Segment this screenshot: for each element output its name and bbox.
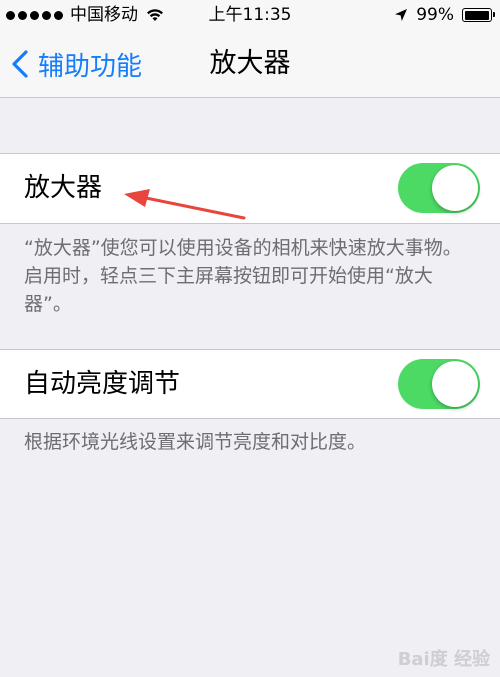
location-arrow-icon — [395, 9, 408, 21]
status-bar: 中国移动 上午11:35 99% — [0, 0, 500, 30]
setting-footer-text: “放大器”使您可以使用设备的相机来快速放大事物。启用时，轻点三下主屏幕按钮即可开… — [24, 237, 462, 315]
setting-label: 自动亮度调节 — [24, 369, 181, 399]
watermark: Bai度 经验 — [397, 649, 490, 670]
battery-percent: 99% — [416, 5, 454, 25]
toggle-knob — [432, 361, 478, 407]
annotation-arrow-icon — [124, 189, 246, 220]
toggle-knob — [432, 165, 478, 211]
navigation-bar: 辅助功能 放大器 — [0, 30, 500, 98]
setting-row-auto-brightness: 自动亮度调节 — [0, 349, 500, 419]
status-right: 99% — [394, 0, 495, 30]
magnifier-toggle[interactable] — [398, 163, 480, 213]
auto-brightness-toggle[interactable] — [398, 359, 480, 409]
setting-footer-text: 根据环境光线设置来调节亮度和对比度。 — [24, 431, 367, 453]
battery-icon — [462, 8, 495, 22]
battery-level-fill — [464, 10, 489, 20]
page-title: 放大器 — [209, 48, 291, 79]
setting-label: 放大器 — [24, 173, 103, 203]
setting-row-magnifier: 放大器 — [0, 153, 500, 224]
